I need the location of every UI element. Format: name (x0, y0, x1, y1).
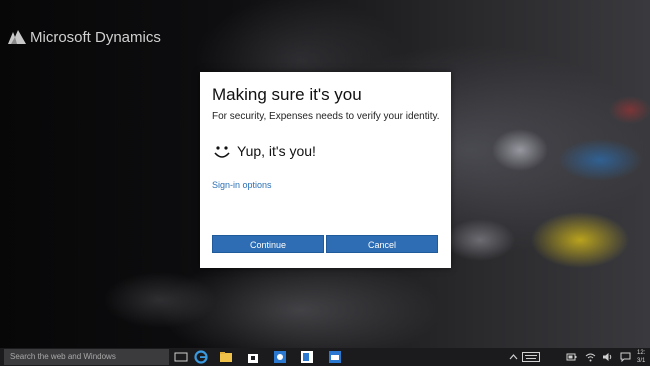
smiley-face-icon (214, 146, 230, 158)
dialog-subtitle: For security, Expenses needs to verify y… (212, 111, 440, 122)
dialog-title: Making sure it's you (212, 85, 362, 104)
sign-in-options-link[interactable]: Sign-in options (212, 180, 272, 190)
action-center-icon[interactable] (620, 352, 631, 362)
continue-button[interactable]: Continue (212, 235, 324, 253)
volume-icon[interactable] (602, 352, 613, 362)
brand-name: Microsoft Dynamics (30, 28, 161, 46)
chevron-up-icon[interactable] (508, 352, 519, 362)
clock-time: 12: (637, 350, 646, 356)
file-explorer-icon[interactable] (219, 350, 233, 364)
taskbar-search-input[interactable]: Search the web and Windows (4, 349, 169, 365)
clock-date: 3/1 (637, 358, 646, 364)
taskbar: Search the web and Windows 12: 3/1 (0, 348, 650, 366)
brand-header: Microsoft Dynamics (8, 27, 161, 47)
battery-icon[interactable] (566, 352, 577, 362)
wifi-icon[interactable] (585, 352, 596, 362)
keyboard-icon[interactable] (522, 352, 540, 362)
edge-browser-icon[interactable] (194, 350, 208, 364)
cancel-button[interactable]: Cancel (326, 235, 438, 253)
verify-identity-dialog: Making sure it's you For security, Expen… (200, 72, 451, 268)
lync-icon[interactable] (300, 350, 314, 364)
task-view-icon[interactable] (174, 350, 188, 364)
photos-icon[interactable] (328, 350, 342, 364)
verification-status: Yup, it's you! (237, 143, 316, 159)
dynamics-logo-icon (8, 30, 26, 44)
store-icon[interactable] (246, 350, 260, 364)
app-icon[interactable] (273, 350, 287, 364)
system-clock[interactable]: 12: 3/1 (637, 349, 650, 365)
